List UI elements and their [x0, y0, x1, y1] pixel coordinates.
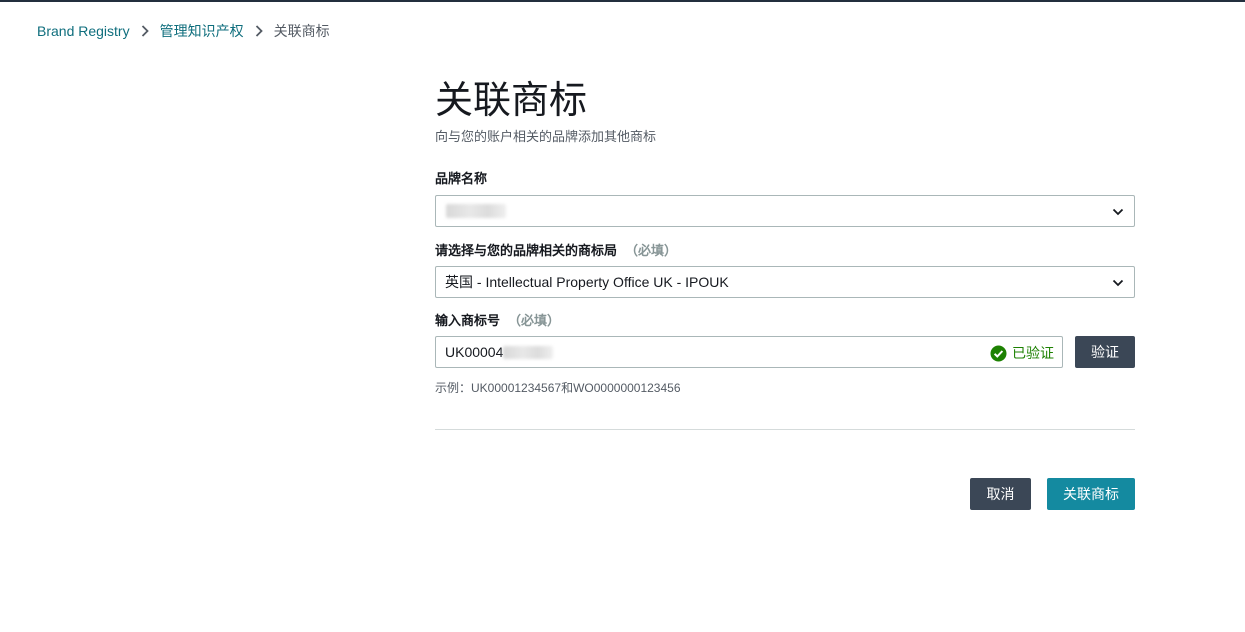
brand-name-label: 品牌名称 — [435, 170, 1135, 188]
trademark-office-label-text: 请选择与您的品牌相关的商标局 — [435, 243, 618, 258]
redacted-trademark-number — [503, 345, 554, 359]
check-circle-icon — [990, 345, 1007, 361]
required-tag: （必填） — [625, 243, 678, 258]
breadcrumb-brand-registry[interactable]: Brand Registry — [37, 23, 130, 39]
trademark-number-input[interactable]: UK00004 已验证 — [435, 336, 1063, 368]
redacted-brand-name — [446, 204, 506, 218]
trademark-office-value: 英国 - Intellectual Property Office UK - I… — [445, 274, 729, 290]
chevron-right-icon — [244, 25, 274, 37]
form-actions: 取消 关联商标 — [435, 478, 1135, 510]
associate-trademark-form: 关联商标 向与您的账户相关的品牌添加其他商标 品牌名称 请选择与您的品牌相关的商… — [435, 78, 1135, 510]
trademark-number-hint: 示例：UK00001234567和WO0000000123456 — [435, 381, 681, 395]
cancel-button[interactable]: 取消 — [970, 478, 1031, 510]
chevron-right-icon — [130, 25, 160, 37]
verified-status-text: 已验证 — [1012, 345, 1054, 361]
chevron-down-icon — [1112, 279, 1124, 287]
breadcrumb-manage-ip[interactable]: 管理知识产权 — [160, 21, 244, 41]
trademark-number-value: UK00004 — [445, 344, 504, 360]
trademark-office-select[interactable]: 英国 - Intellectual Property Office UK - I… — [435, 266, 1135, 298]
page-subtitle: 向与您的账户相关的品牌添加其他商标 — [435, 129, 657, 144]
trademark-office-label: 请选择与您的品牌相关的商标局 （必填） — [435, 242, 1135, 260]
chevron-down-icon — [1112, 208, 1124, 216]
top-border — [0, 0, 1245, 2]
brand-name-label-text: 品牌名称 — [435, 171, 488, 186]
required-tag: （必填） — [508, 313, 561, 328]
breadcrumb-current: 关联商标 — [273, 23, 330, 39]
page-title: 关联商标 — [435, 80, 588, 122]
verify-button[interactable]: 验证 — [1075, 336, 1135, 368]
trademark-number-label: 输入商标号 （必填） — [435, 312, 1135, 330]
trademark-number-row: UK00004 已验证 验证 — [435, 336, 1135, 368]
brand-name-select[interactable] — [435, 195, 1135, 227]
trademark-number-label-text: 输入商标号 — [435, 313, 501, 328]
breadcrumb: Brand Registry 管理知识产权 关联商标 — [37, 21, 330, 41]
verified-status: 已验证 — [990, 343, 1054, 363]
associate-trademark-button[interactable]: 关联商标 — [1047, 478, 1135, 510]
